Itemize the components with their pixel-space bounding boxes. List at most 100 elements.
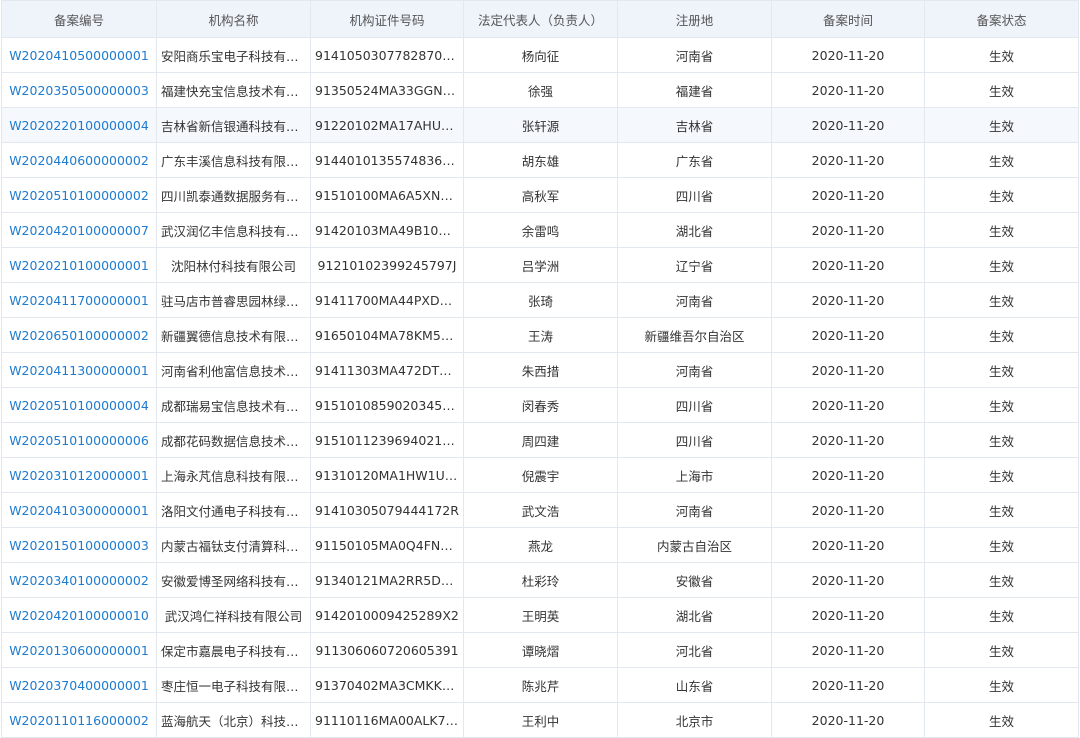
filing-number-link[interactable]: W2020650100000002: [9, 328, 149, 343]
cell-filing-number: W2020420100000007: [1, 212, 157, 248]
table-row[interactable]: W2020510100000006 成都花码数据信息技术服... 915101123…: [1, 422, 1079, 458]
cell-filing-date: 2020-11-20: [771, 422, 925, 458]
cell-filing-number: W2020411700000001: [1, 282, 157, 318]
cell-filing-status: 生效: [924, 212, 1079, 248]
table-header: 备案编号 机构名称 机构证件号码 法定代表人（负责人） 注册地 备案时间 备案状…: [1, 0, 1079, 38]
header-registration-place[interactable]: 注册地: [617, 0, 772, 38]
cell-institution-name: 安徽爱博圣网络科技有限...: [156, 562, 311, 598]
header-filing-status[interactable]: 备案状态: [924, 0, 1079, 38]
cell-certificate-number: 91440101355748368Q: [310, 142, 464, 178]
cell-registration-place: 内蒙古自治区: [617, 527, 772, 563]
filing-number-link[interactable]: W2020510100000002: [9, 188, 149, 203]
cell-registration-place: 上海市: [617, 457, 772, 493]
cell-registration-place: 山东省: [617, 667, 772, 703]
header-institution-name[interactable]: 机构名称: [156, 0, 311, 38]
cell-filing-status: 生效: [924, 142, 1079, 178]
table-row[interactable]: W2020310120000001 上海永芃信息科技有限公... 91310120M…: [1, 457, 1079, 493]
cell-certificate-number: 91510112396940217W: [310, 422, 464, 458]
cell-legal-representative: 胡东雄: [463, 142, 618, 178]
header-legal-representative[interactable]: 法定代表人（负责人）: [463, 0, 618, 38]
table-row[interactable]: W2020130600000001 保定市嘉晨电子科技有限... 911306060…: [1, 632, 1079, 668]
cell-filing-number: W2020510100000006: [1, 422, 157, 458]
cell-certificate-number: 9142010009425289X2: [310, 597, 464, 633]
table-row[interactable]: W2020210100000001 沈阳林付科技有限公司 9121010239924…: [1, 247, 1079, 283]
cell-institution-name: 成都花码数据信息技术服...: [156, 422, 311, 458]
cell-filing-date: 2020-11-20: [771, 632, 925, 668]
table-row[interactable]: W2020420100000007 武汉润亿丰信息科技有限... 91420103M…: [1, 212, 1079, 248]
cell-registration-place: 广东省: [617, 142, 772, 178]
table-row[interactable]: W2020411700000001 驻马店市普睿思园林绿化... 91411700M…: [1, 282, 1079, 318]
cell-institution-name: 枣庄恒一电子科技有限公...: [156, 667, 311, 703]
filing-number-link[interactable]: W2020350500000003: [9, 83, 149, 98]
table-row[interactable]: W2020510100000002 四川凯泰通数据服务有限... 91510100M…: [1, 177, 1079, 213]
filing-number-link[interactable]: W2020410300000001: [9, 503, 149, 518]
table-row[interactable]: W2020350500000003 福建快充宝信息技术有限... 91350524M…: [1, 72, 1079, 108]
cell-certificate-number: 91411303MA472DT87N: [310, 352, 464, 388]
cell-filing-status: 生效: [924, 562, 1079, 598]
cell-institution-name: 沈阳林付科技有限公司: [156, 247, 311, 283]
cell-filing-date: 2020-11-20: [771, 352, 925, 388]
filing-number-link[interactable]: W2020440600000002: [9, 153, 149, 168]
cell-filing-number: W2020510100000002: [1, 177, 157, 213]
header-filing-date[interactable]: 备案时间: [771, 0, 925, 38]
filing-number-link[interactable]: W2020411700000001: [9, 293, 149, 308]
table-row[interactable]: W2020340100000002 安徽爱博圣网络科技有限... 91340121M…: [1, 562, 1079, 598]
cell-institution-name: 武汉鸿仁祥科技有限公司: [156, 597, 311, 633]
filing-number-link[interactable]: W2020130600000001: [9, 643, 149, 658]
filing-number-link[interactable]: W2020410500000001: [9, 48, 149, 63]
cell-filing-date: 2020-11-20: [771, 387, 925, 423]
cell-registration-place: 四川省: [617, 422, 772, 458]
cell-filing-date: 2020-11-20: [771, 177, 925, 213]
table-row[interactable]: W2020510100000004 成都瑞易宝信息技术有限... 915101085…: [1, 387, 1079, 423]
filing-number-link[interactable]: W2020411300000001: [9, 363, 149, 378]
cell-filing-status: 生效: [924, 247, 1079, 283]
table-body: W2020410500000001 安阳商乐宝电子科技有限... 914105030…: [1, 37, 1079, 738]
cell-registration-place: 河南省: [617, 282, 772, 318]
table-row[interactable]: W2020220100000004 吉林省新信银通科技有限... 91220102M…: [1, 107, 1079, 143]
table-row[interactable]: W2020410300000001 洛阳文付通电子科技有限... 914103050…: [1, 492, 1079, 528]
cell-filing-status: 生效: [924, 702, 1079, 738]
filing-number-link[interactable]: W2020340100000002: [9, 573, 149, 588]
table-row[interactable]: W2020370400000001 枣庄恒一电子科技有限公... 91370402M…: [1, 667, 1079, 703]
cell-certificate-number: 91650104MA78KM5K1G: [310, 317, 464, 353]
cell-registration-place: 湖北省: [617, 212, 772, 248]
cell-institution-name: 福建快充宝信息技术有限...: [156, 72, 311, 108]
cell-legal-representative: 张琦: [463, 282, 618, 318]
cell-certificate-number: 91410503077828703G: [310, 37, 464, 73]
cell-legal-representative: 余雷鸣: [463, 212, 618, 248]
table-row[interactable]: W2020650100000002 新疆翼德信息技术有限公... 91650104M…: [1, 317, 1079, 353]
cell-institution-name: 蓝海航天（北京）科技有...: [156, 702, 311, 738]
cell-filing-date: 2020-11-20: [771, 247, 925, 283]
table-row[interactable]: W2020440600000002 广东丰溪信息科技有限公... 914401013…: [1, 142, 1079, 178]
header-certificate-number[interactable]: 机构证件号码: [310, 0, 464, 38]
cell-certificate-number: 91510108590203456N: [310, 387, 464, 423]
cell-registration-place: 河北省: [617, 632, 772, 668]
cell-filing-number: W2020370400000001: [1, 667, 157, 703]
filing-number-link[interactable]: W2020310120000001: [9, 468, 149, 483]
filing-number-link[interactable]: W2020510100000006: [9, 433, 149, 448]
filing-number-link[interactable]: W2020370400000001: [9, 678, 149, 693]
cell-filing-status: 生效: [924, 667, 1079, 703]
filing-number-link[interactable]: W2020210100000001: [9, 258, 149, 273]
cell-filing-number: W2020510100000004: [1, 387, 157, 423]
table-row[interactable]: W2020150100000003 内蒙古福钛支付清算科技... 91150105M…: [1, 527, 1079, 563]
filing-number-link[interactable]: W2020110116000002: [9, 713, 149, 728]
table-row[interactable]: W2020110116000002 蓝海航天（北京）科技有... 91110116M…: [1, 702, 1079, 738]
filing-number-link[interactable]: W2020420100000010: [9, 608, 149, 623]
header-filing-number[interactable]: 备案编号: [1, 0, 157, 38]
cell-filing-number: W2020130600000001: [1, 632, 157, 668]
filing-number-link[interactable]: W2020510100000004: [9, 398, 149, 413]
cell-certificate-number: 91110116MA00ALK737: [310, 702, 464, 738]
table-row[interactable]: W2020410500000001 安阳商乐宝电子科技有限... 914105030…: [1, 37, 1079, 73]
cell-filing-number: W2020410500000001: [1, 37, 157, 73]
cell-certificate-number: 91370402MA3CMKK645: [310, 667, 464, 703]
cell-legal-representative: 杨向征: [463, 37, 618, 73]
table-row[interactable]: W2020420100000010 武汉鸿仁祥科技有限公司 914201000942…: [1, 597, 1079, 633]
table-row[interactable]: W2020411300000001 河南省利他富信息技术服... 91411303M…: [1, 352, 1079, 388]
cell-institution-name: 驻马店市普睿思园林绿化...: [156, 282, 311, 318]
filing-number-link[interactable]: W2020420100000007: [9, 223, 149, 238]
filing-number-link[interactable]: W2020150100000003: [9, 538, 149, 553]
cell-filing-status: 生效: [924, 107, 1079, 143]
filing-number-link[interactable]: W2020220100000004: [9, 118, 149, 133]
cell-filing-status: 生效: [924, 422, 1079, 458]
